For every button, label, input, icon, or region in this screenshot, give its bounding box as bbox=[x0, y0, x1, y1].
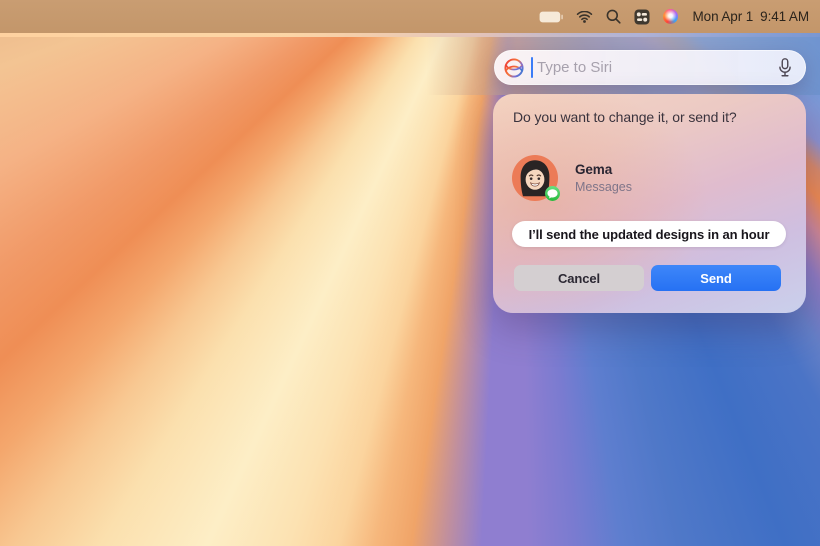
siri-question-text: Do you want to change it, or send it? bbox=[513, 109, 792, 125]
contact-app-label: Messages bbox=[575, 180, 632, 194]
siri-glyph-icon bbox=[503, 57, 525, 79]
messages-bubble-icon bbox=[545, 186, 560, 201]
contact-name: Gema bbox=[575, 162, 632, 177]
siri-menu-icon[interactable] bbox=[663, 9, 678, 24]
contact-text-block: Gema Messages bbox=[575, 162, 632, 194]
siri-text-input[interactable] bbox=[537, 59, 777, 76]
wallpaper-highlight-strip bbox=[0, 33, 820, 37]
send-button[interactable]: Send bbox=[651, 265, 781, 291]
contact-row: Gema Messages bbox=[512, 155, 632, 201]
text-caret bbox=[531, 57, 533, 78]
message-draft-field[interactable]: I’ll send the updated designs in an hour bbox=[512, 221, 786, 247]
battery-icon[interactable] bbox=[539, 11, 563, 23]
cancel-button[interactable]: Cancel bbox=[514, 265, 644, 291]
menubar-date[interactable]: Mon Apr 1 bbox=[693, 9, 754, 24]
wifi-icon[interactable] bbox=[576, 11, 593, 23]
menu-bar: Mon Apr 1 9:41 AM bbox=[0, 0, 820, 33]
siri-input-bar[interactable] bbox=[494, 50, 806, 85]
menubar-time[interactable]: 9:41 AM bbox=[760, 9, 809, 24]
control-center-icon[interactable] bbox=[634, 9, 650, 25]
search-icon[interactable] bbox=[606, 9, 621, 24]
microphone-icon[interactable] bbox=[777, 57, 793, 79]
avatar bbox=[512, 155, 558, 201]
desktop: Mon Apr 1 9:41 AM bbox=[0, 0, 820, 546]
siri-response-panel: Do you want to change it, or send it? bbox=[493, 94, 806, 313]
